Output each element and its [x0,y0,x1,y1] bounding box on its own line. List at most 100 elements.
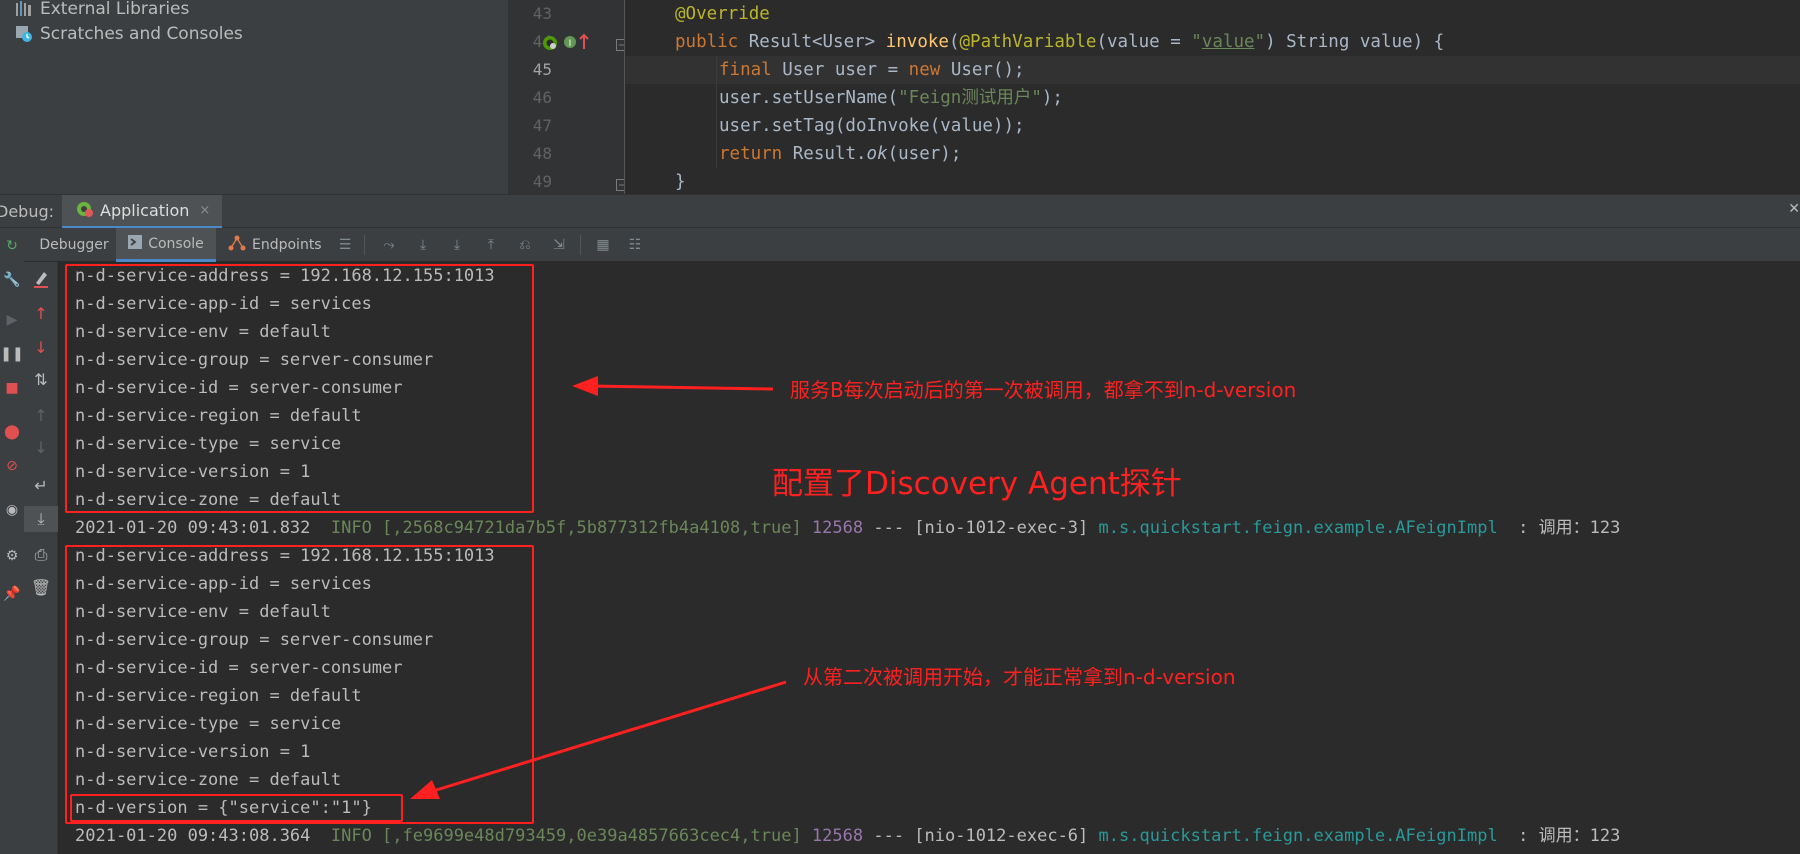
editor-gutter: 43 44 45 46 47 48 49 I [508,0,628,194]
debug-label: Debug: [0,202,55,221]
libraries-icon [14,0,34,18]
step-out-icon[interactable]: ⤒ [482,237,500,253]
debugger-toolbar: Debugger Console Endpoints ☰ ⤳ ⤓ ⤓ ⤒ ⎌ ⇲… [0,228,1800,262]
console-line: n-d-service-id = server-consumer [75,658,403,678]
console-line: n-d-service-app-id = services [75,574,372,594]
project-item-external-libraries[interactable]: External Libraries [14,0,189,21]
console-line: n-d-service-env = default [75,322,331,342]
settings-close-icon[interactable]: ✕ [1788,201,1800,217]
settings-icon[interactable]: ⚙ [0,544,24,568]
console-icon [128,234,143,253]
console-line: n-d-service-address = 192.168.12.155:101… [75,266,495,286]
spring-boot-app-icon [76,200,94,222]
console-line: n-d-service-version = 1 [75,462,311,482]
print-icon[interactable]: ⎙ [24,542,58,568]
console-line: n-d-service-app-id = services [75,294,372,314]
console-line: n-d-service-type = service [75,434,342,454]
project-panel: External Libraries Scratches and Console… [0,0,508,194]
camera-icon[interactable]: ◉ [0,498,24,522]
tab-debugger-label: Debugger [39,237,109,253]
line-number: 43 [532,4,552,23]
console-line: n-d-service-version = 1 [75,742,311,762]
evaluate-expression-icon[interactable]: ▦ [594,237,612,253]
trace-settings-icon[interactable]: ☷ [626,237,644,253]
modify-run-config-icon[interactable]: 🔧 [0,268,24,292]
log-line-second-call: 2021-01-20 09:43:08.364 INFO [,fe9699e48… [75,826,1621,846]
console-line: n-d-service-region = default [75,686,362,706]
drop-frame-icon[interactable]: ⎌ [516,237,534,253]
console-line-n-d-version: n-d-version = {"service":"1"} [75,798,372,818]
code-line-49: } [675,172,686,192]
close-tab-icon[interactable]: × [199,203,210,218]
toolbar-separator [580,235,581,255]
run-to-cursor-icon[interactable]: ⇲ [550,237,568,253]
svg-text:I: I [569,39,572,49]
gutter-divider [624,0,625,194]
line-number: 47 [532,116,552,135]
previous-occurrence-icon[interactable]: ↑ [24,402,58,428]
resume-icon[interactable]: ▶ [0,308,24,332]
console-side-toolbar: ↑ ↓ ⇅ ↑ ↓ ↵ ⤓ ⎙ 🗑 [24,262,58,854]
override-up-arrow-icon[interactable] [578,33,590,55]
log-line-first-call: 2021-01-20 09:43:01.832 INFO [,2568c9472… [75,518,1621,538]
code-line-43: @Override [675,4,770,24]
console-line: n-d-service-address = 192.168.12.155:101… [75,546,495,566]
down-arrow-icon[interactable]: ↓ [24,334,58,360]
view-breakpoints-icon[interactable]: ⬤ [0,420,24,444]
implementing-method-icon[interactable]: I [563,35,577,55]
layout-menu-icon[interactable]: ☰ [336,237,354,253]
line-number: 48 [532,144,552,163]
scroll-to-end-icon[interactable]: ⤓ [24,506,58,532]
code-line-46: user.setUserName("Feign测试用户"); [719,88,1063,108]
sort-icon[interactable]: ⇅ [24,366,58,392]
line-number: 49 [532,172,552,191]
up-arrow-icon[interactable]: ↑ [24,300,58,326]
rerun-icon[interactable]: ↻ [0,234,24,258]
toolbar-separator [364,235,365,255]
trash-icon[interactable]: 🗑 [24,574,58,600]
tab-console[interactable]: Console [116,228,216,262]
console-line: n-d-service-group = server-consumer [75,630,434,650]
line-number: 45 [532,60,552,79]
console-line: n-d-service-env = default [75,602,331,622]
endpoints-icon [228,235,246,255]
mute-breakpoints-icon[interactable]: ⊘ [0,454,24,478]
pause-icon[interactable]: ❚❚ [0,342,24,366]
next-occurrence-icon[interactable]: ↓ [24,434,58,460]
code-line-48: return Result.ok(user); [719,144,962,164]
console-line: n-d-service-type = service [75,714,342,734]
soft-wrap-icon[interactable]: ↵ [24,472,58,498]
show-execution-point-icon[interactable]: ⤳ [380,237,398,253]
tab-endpoints-label: Endpoints [252,237,322,253]
console-line: n-d-service-zone = default [75,490,342,510]
tab-application[interactable]: Application × [62,195,222,229]
project-item-scratches[interactable]: Scratches and Consoles [14,22,243,46]
top-area: External Libraries Scratches and Console… [0,0,1800,194]
console-line: n-d-service-zone = default [75,770,342,790]
code-editor[interactable]: @Override public Result<User> invoke(@Pa… [624,0,1800,194]
tab-console-label: Console [148,235,204,252]
tab-endpoints[interactable]: Endpoints [228,228,328,262]
scratches-icon [14,25,34,43]
debug-tool-window-header: Debug: Application × ✕ [0,194,1800,229]
tab-debugger[interactable]: Debugger [38,228,110,262]
indent-guide [716,56,717,168]
console-line: n-d-service-id = server-consumer [75,378,403,398]
tab-application-label: Application [100,201,190,220]
clear-all-icon[interactable] [24,266,58,292]
console-line: n-d-service-group = server-consumer [75,350,434,370]
project-item-label: External Libraries [40,0,190,19]
project-item-label: Scratches and Consoles [40,24,243,44]
code-line-47: user.setTag(doInvoke(value)); [719,116,1025,136]
step-over-icon[interactable]: ⤓ [414,237,432,253]
line-number: 46 [532,88,552,107]
stop-icon[interactable]: ■ [0,376,24,400]
code-line-45: final User user = new User(); [719,60,1025,80]
step-into-icon[interactable]: ⤓ [448,237,466,253]
pin-tab-icon[interactable]: 📌 [0,582,24,606]
console-output[interactable]: n-d-service-address = 192.168.12.155:101… [58,262,1800,854]
code-line-44: public Result<User> invoke(@PathVariable… [675,32,1445,52]
console-line: n-d-service-region = default [75,406,362,426]
spring-bean-icon[interactable] [542,35,558,55]
debug-actions-strip: ↻ 🔧 ▶ ❚❚ ■ ⬤ ⊘ ◉ ⚙ 📌 [0,228,24,854]
